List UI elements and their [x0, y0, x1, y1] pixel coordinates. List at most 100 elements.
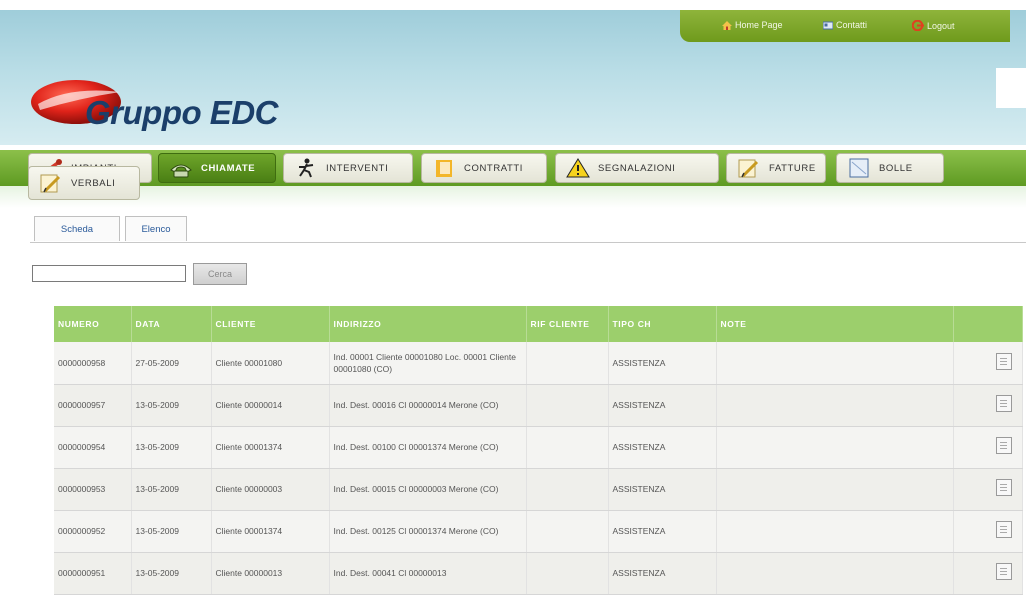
- contacts-icon: [823, 21, 833, 29]
- cell-numero: 0000000953: [54, 468, 132, 511]
- cell-note: [716, 342, 954, 385]
- cell-rif-cliente: [526, 384, 609, 427]
- view-tabs: Scheda Elenco: [30, 216, 1026, 243]
- cell-actions: [953, 342, 1023, 385]
- cell-actions: [953, 510, 1023, 553]
- table-header-row: NUMERO DATA CLIENTE INDIRIZZO RIF CLIENT…: [54, 306, 1023, 342]
- logout-icon: [912, 20, 924, 31]
- cell-cliente: Cliente 00000003: [211, 468, 330, 511]
- cell-tipo: ASSISTENZA: [608, 342, 717, 385]
- table-row[interactable]: 0000000952 13-05-2009 Cliente 00001374 I…: [54, 510, 1023, 553]
- table-row[interactable]: 0000000958 27-05-2009 Cliente 00001080 I…: [54, 342, 1023, 385]
- table-row[interactable]: 0000000951 13-05-2009 Cliente 00000013 I…: [54, 552, 1023, 595]
- cell-tipo: ASSISTENZA: [608, 510, 717, 553]
- tab-contratti[interactable]: CONTRATTI: [421, 153, 547, 183]
- cell-rif-cliente: [526, 552, 609, 595]
- contacts-label: Contatti: [836, 20, 868, 30]
- cell-rif-cliente: [526, 342, 609, 385]
- cell-indirizzo: Ind. Dest. 00016 Cl 00000014 Merone (CO): [329, 384, 527, 427]
- logo-text: Gruppo EDC: [85, 94, 278, 131]
- tab-elenco[interactable]: Elenco: [125, 216, 187, 241]
- tab-fatture[interactable]: FATTURE: [726, 153, 826, 183]
- cell-data: 13-05-2009: [131, 468, 212, 511]
- tab-segnalazioni-label: SEGNALAZIONI: [598, 162, 676, 174]
- cell-actions: [953, 468, 1023, 511]
- tab-segnalazioni[interactable]: SEGNALAZIONI: [555, 153, 719, 183]
- logout-label: Logout: [927, 20, 955, 31]
- cell-indirizzo: Ind. Dest. 00100 Cl 00001374 Merone (CO): [329, 426, 527, 469]
- col-cliente[interactable]: CLIENTE: [211, 306, 330, 342]
- cell-note: [716, 468, 954, 511]
- cell-cliente: Cliente 00001374: [211, 426, 330, 469]
- col-tipo-ch[interactable]: TIPO CH: [608, 306, 717, 342]
- cell-numero: 0000000954: [54, 426, 132, 469]
- table-row[interactable]: 0000000954 13-05-2009 Cliente 00001374 I…: [54, 426, 1023, 469]
- cell-note: [716, 552, 954, 595]
- cell-actions: [953, 384, 1023, 427]
- tab-scheda[interactable]: Scheda: [34, 216, 120, 241]
- cell-data: 13-05-2009: [131, 510, 212, 553]
- col-indirizzo[interactable]: INDIRIZZO: [329, 306, 527, 342]
- pdf-document-icon[interactable]: [995, 521, 1012, 538]
- cell-numero: 0000000951: [54, 552, 132, 595]
- pdf-document-icon[interactable]: [995, 437, 1012, 454]
- cell-rif-cliente: [526, 426, 609, 469]
- search-button[interactable]: Cerca: [193, 263, 247, 285]
- tab-contratti-label: CONTRATTI: [464, 162, 524, 174]
- warning-icon: [566, 158, 590, 178]
- cell-indirizzo: Ind. 00001 Cliente 00001080 Loc. 00001 C…: [329, 342, 527, 385]
- home-page-link[interactable]: Home Page: [722, 20, 783, 30]
- tab-bolle-label: BOLLE: [879, 162, 913, 174]
- tab-verbali-label: VERBALI: [71, 177, 116, 189]
- header-gap: [996, 68, 1026, 108]
- cell-rif-cliente: [526, 510, 609, 553]
- col-data[interactable]: DATA: [131, 306, 212, 342]
- cell-rif-cliente: [526, 468, 609, 511]
- pdf-document-icon[interactable]: [995, 395, 1012, 412]
- logout-link[interactable]: Logout: [912, 20, 955, 31]
- calls-table: NUMERO DATA CLIENTE INDIRIZZO RIF CLIENT…: [54, 306, 1023, 595]
- col-rif-cliente[interactable]: RIF CLIENTE: [526, 306, 609, 342]
- tab-bolle[interactable]: BOLLE: [836, 153, 944, 183]
- tab-interventi[interactable]: INTERVENTI: [283, 153, 413, 183]
- cell-note: [716, 384, 954, 427]
- tab-interventi-label: INTERVENTI: [326, 162, 389, 174]
- cell-cliente: Cliente 00000014: [211, 384, 330, 427]
- tab-verbali[interactable]: VERBALI: [28, 166, 140, 200]
- folder-icon: [436, 160, 452, 177]
- cell-tipo: ASSISTENZA: [608, 426, 717, 469]
- table-row[interactable]: 0000000957 13-05-2009 Cliente 00000014 I…: [54, 384, 1023, 427]
- cell-note: [716, 426, 954, 469]
- tab-chiamate-label: CHIAMATE: [201, 162, 256, 174]
- cell-numero: 0000000957: [54, 384, 132, 427]
- home-icon: [722, 20, 732, 30]
- worker-icon: [299, 158, 314, 178]
- pdf-document-icon[interactable]: [995, 563, 1012, 580]
- cell-actions: [953, 552, 1023, 595]
- col-numero[interactable]: NUMERO: [54, 306, 132, 342]
- col-actions: [953, 306, 1023, 342]
- tab-fatture-label: FATTURE: [769, 162, 816, 174]
- pdf-document-icon[interactable]: [995, 479, 1012, 496]
- tab-chiamate[interactable]: CHIAMATE: [158, 153, 276, 183]
- cell-indirizzo: Ind. Dest. 00041 Cl 00000013: [329, 552, 527, 595]
- table-row[interactable]: 0000000953 13-05-2009 Cliente 00000003 I…: [54, 468, 1023, 511]
- cell-cliente: Cliente 00001080: [211, 342, 330, 385]
- search-input[interactable]: [32, 265, 186, 282]
- document-icon: [849, 158, 869, 178]
- cell-tipo: ASSISTENZA: [608, 552, 717, 595]
- top-navigation: Home Page Contatti Logout: [680, 10, 1010, 42]
- cell-data: 13-05-2009: [131, 552, 212, 595]
- cell-data: 13-05-2009: [131, 426, 212, 469]
- home-page-label: Home Page: [735, 20, 783, 30]
- contacts-link[interactable]: Contatti: [823, 20, 867, 30]
- pen-document-icon: [40, 174, 61, 193]
- main-tab-bar-second-row: [0, 186, 1026, 208]
- pen-document-icon: [738, 159, 759, 178]
- cell-cliente: Cliente 00001374: [211, 510, 330, 553]
- col-note[interactable]: NOTE: [716, 306, 954, 342]
- pdf-document-icon[interactable]: [995, 352, 1012, 370]
- cell-actions: [953, 426, 1023, 469]
- cell-data: 27-05-2009: [131, 342, 212, 385]
- phone-icon: [170, 164, 192, 178]
